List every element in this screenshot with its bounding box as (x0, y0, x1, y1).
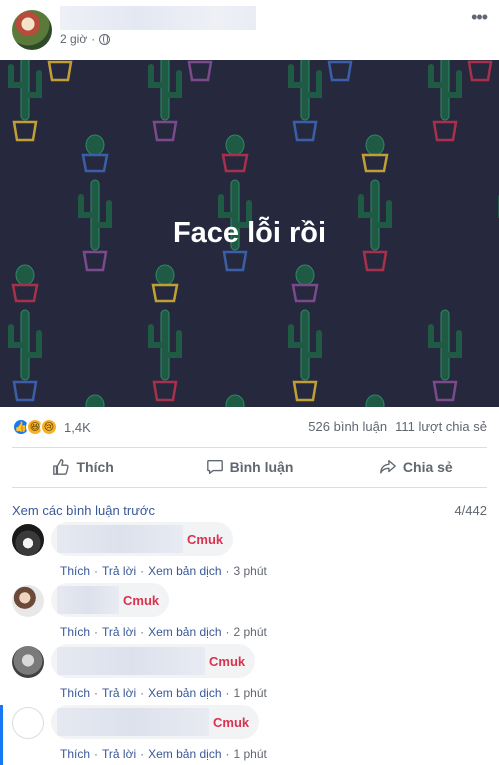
comment-time[interactable]: 3 phút (234, 564, 267, 578)
commenter-avatar[interactable] (12, 585, 44, 617)
comment-actions: Thích · Trả lời · Xem bản dịch · 1 phút (60, 747, 267, 761)
globe-icon (99, 33, 111, 45)
comment-like-link[interactable]: Thích (60, 747, 90, 761)
comment-time[interactable]: 1 phút (234, 747, 267, 761)
comment-translate-link[interactable]: Xem bản dịch (148, 747, 221, 761)
poster-name-redacted[interactable] (60, 6, 256, 30)
comment-text: Cmuk (213, 714, 250, 730)
comment-bubble: Cmuk (51, 583, 170, 617)
comment-item: Cmuk Thích · Trả lời · Xem bản dịch · 2 phú… (0, 583, 499, 643)
comment-time[interactable]: 1 phút (234, 686, 267, 700)
comment-bubble: Cmuk (51, 522, 234, 556)
comment-actions: Thích · Trả lời · Xem bản dịch · 3 phút (60, 564, 267, 578)
comment-label: Bình luận (229, 459, 294, 475)
post-time[interactable]: 2 giờ (60, 32, 87, 46)
comment-text: Cmuk (209, 653, 246, 669)
comment-reply-link[interactable]: Trả lời (102, 747, 136, 761)
comment-like-link[interactable]: Thích (60, 564, 90, 578)
like-label: Thích (76, 459, 114, 475)
post-image-text: Face lỗi rồi (172, 217, 327, 249)
comment-button[interactable]: Bình luận (166, 449, 332, 485)
comment-item: Cmuk Thích · Trả lời · Xem bản dịch · 3 phú… (0, 522, 499, 582)
commenter-avatar[interactable] (12, 646, 44, 678)
commenter-name-redacted[interactable] (57, 586, 119, 614)
comment-item: Cmuk Thích · Trả lời · Xem bản dịch · 1 phú… (0, 644, 499, 704)
comment-icon (206, 460, 223, 474)
stats-right: 526 bình luận 111 lượt chia sẻ (308, 419, 487, 434)
comment-time[interactable]: 2 phút (234, 625, 267, 639)
commenter-name-redacted[interactable] (57, 525, 183, 553)
comment-text: Cmuk (187, 531, 224, 547)
reaction-count: 1,4K (64, 419, 91, 435)
share-icon (380, 460, 396, 474)
comments-counter: 4/442 (454, 503, 487, 518)
post-meta: 2 giờ · (60, 32, 111, 46)
post-image[interactable]: Face lỗi rồi (0, 60, 499, 407)
comment-item: Cmuk Thích · Trả lời · Xem bản dịch · 1 phú… (0, 705, 499, 765)
meta-separator: · (91, 32, 96, 46)
comment-actions: Thích · Trả lời · Xem bản dịch · 2 phút (60, 625, 267, 639)
sad-reaction-icon: 😢 (40, 418, 58, 436)
comment-reply-link[interactable]: Trả lời (102, 564, 136, 578)
comment-actions: Thích · Trả lời · Xem bản dịch · 1 phút (60, 686, 267, 700)
divider (12, 487, 487, 488)
commenter-avatar[interactable] (12, 524, 44, 556)
share-button[interactable]: Chia sẻ (333, 449, 499, 485)
comment-bubble: Cmuk (51, 705, 260, 739)
comment-like-link[interactable]: Thích (60, 625, 90, 639)
comment-translate-link[interactable]: Xem bản dịch (148, 564, 221, 578)
poster-avatar[interactable] (12, 10, 52, 50)
more-icon[interactable]: ••• (471, 8, 488, 26)
divider (12, 447, 487, 448)
comment-reply-link[interactable]: Trả lời (102, 625, 136, 639)
like-icon (53, 459, 70, 475)
comment-bubble: Cmuk (51, 644, 256, 678)
comment-text: Cmuk (123, 592, 160, 608)
stats-bar: 👍 😆 😢 1,4K 526 bình luận 111 lượt chia s… (0, 407, 499, 447)
like-button[interactable]: Thích (0, 449, 166, 485)
post-header: 2 giờ · ••• (0, 0, 499, 60)
comment-reply-link[interactable]: Trả lời (102, 686, 136, 700)
commenter-name-redacted[interactable] (57, 647, 205, 675)
share-count-link[interactable]: 111 lượt chia sẻ (395, 419, 487, 434)
comment-like-link[interactable]: Thích (60, 686, 90, 700)
view-previous-comments[interactable]: Xem các bình luận trước (12, 503, 155, 518)
share-label: Chia sẻ (402, 459, 453, 475)
action-bar: Thích Bình luận Chia sẻ (0, 449, 499, 485)
commenter-name-redacted[interactable] (57, 708, 209, 736)
comment-translate-link[interactable]: Xem bản dịch (148, 686, 221, 700)
commenter-avatar[interactable] (12, 707, 44, 739)
comment-count-link[interactable]: 526 bình luận (308, 419, 387, 434)
comment-translate-link[interactable]: Xem bản dịch (148, 625, 221, 639)
reactions-summary[interactable]: 👍 😆 😢 1,4K (12, 418, 91, 436)
